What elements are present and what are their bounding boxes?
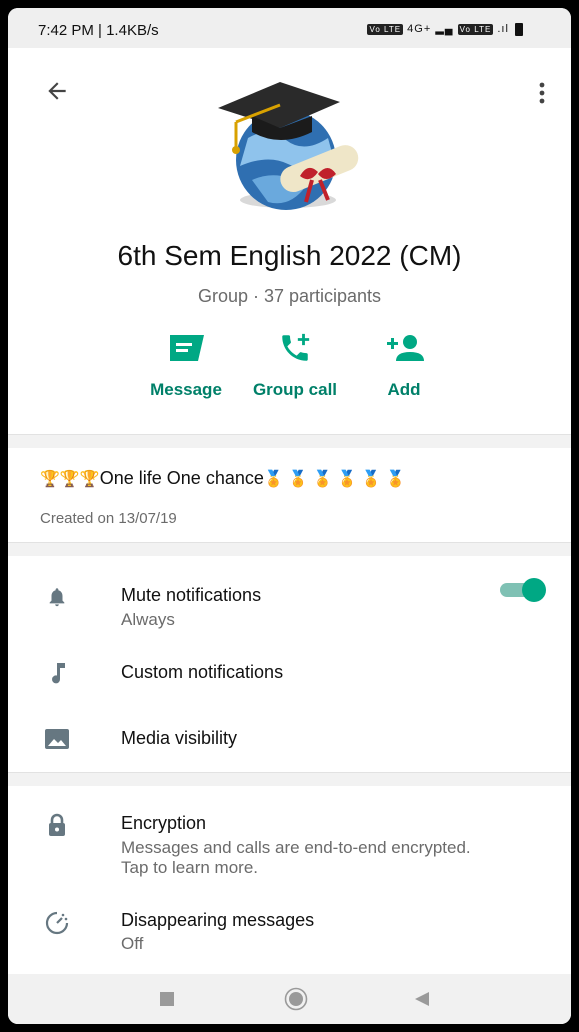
- mute-title: Mute notifications: [121, 585, 262, 605]
- notification-settings: Mute notifications Always Custom notific…: [8, 556, 571, 772]
- encryption-row[interactable]: Encryption Messages and calls are end-to…: [8, 786, 571, 882]
- phone-screen: 7:42 PM | 1.4KB/s Vo LTE 4G+ ▂▄ Vo LTE .…: [8, 8, 571, 1024]
- section-divider: [8, 434, 571, 449]
- home-button[interactable]: [282, 987, 310, 1011]
- add-label: Add: [387, 380, 421, 399]
- group-subtitle: Group · 37 participants: [197, 286, 382, 306]
- bell-icon: [49, 588, 65, 607]
- volte-icon-2: Vo LTE: [457, 23, 494, 35]
- group-header: 6th Sem English 2022 (CM) Group · 37 par…: [8, 48, 571, 434]
- square-icon: [160, 992, 174, 1006]
- recents-button[interactable]: [158, 988, 176, 1010]
- signal-icon: ▂▄: [435, 23, 454, 35]
- timer-icon: [45, 911, 69, 935]
- mute-notifications-row[interactable]: Mute notifications Always: [8, 556, 571, 640]
- music-note-icon: [52, 663, 65, 684]
- battery-icon: [515, 22, 523, 36]
- custom-title: Custom notifications: [121, 662, 284, 682]
- volte-icon: Vo LTE: [367, 23, 404, 35]
- trophy-icons: 🏆🏆🏆: [40, 471, 100, 488]
- section-divider: [8, 542, 571, 557]
- description-text: 🏆🏆🏆One life One chance🏅 🏅 🏅 🏅 🏅 🏅: [40, 468, 406, 489]
- description-label: One life One chance: [99, 468, 264, 488]
- system-nav-bar: [8, 974, 571, 1024]
- back-arrow-icon[interactable]: [44, 78, 70, 104]
- created-date: Created on 13/07/19: [40, 510, 177, 527]
- custom-notifications-row[interactable]: Custom notifications: [8, 640, 571, 706]
- media-visibility-row[interactable]: Media visibility: [8, 706, 571, 772]
- disappearing-title: Disappearing messages: [121, 910, 315, 930]
- signal-icon-2: .ıl: [497, 23, 509, 35]
- section-divider: [8, 772, 571, 787]
- group-call-button[interactable]: Group call: [240, 330, 350, 400]
- add-person-icon: [387, 335, 424, 361]
- add-participant-button[interactable]: Add: [349, 330, 459, 400]
- privacy-settings: Encryption Messages and calls are end-to…: [8, 786, 571, 974]
- encryption-subtitle: Messages and calls are end-to-end encryp…: [121, 838, 471, 877]
- more-options-icon[interactable]: [539, 82, 545, 104]
- network-type: 4G+: [407, 23, 432, 35]
- medal-icons: 🏅 🏅 🏅 🏅 🏅 🏅: [263, 471, 406, 488]
- group-name[interactable]: 6th Sem English 2022 (CM): [8, 240, 571, 272]
- disappearing-subtitle: Off: [121, 934, 144, 953]
- add-call-icon: [282, 333, 310, 361]
- home-circle-icon: [284, 987, 308, 1011]
- message-label: Message: [150, 380, 222, 399]
- mute-subtitle: Always: [121, 610, 175, 629]
- message-icon: [170, 335, 204, 361]
- encryption-title: Encryption: [121, 813, 207, 833]
- group-description[interactable]: 🏆🏆🏆One life One chance🏅 🏅 🏅 🏅 🏅 🏅 Create…: [8, 448, 571, 542]
- status-icons: Vo LTE 4G+ ▂▄ Vo LTE .ıl: [367, 22, 523, 36]
- disappearing-messages-row[interactable]: Disappearing messages Off: [8, 882, 571, 974]
- mute-toggle[interactable]: [500, 578, 546, 602]
- status-time: 7:42 PM | 1.4KB/s: [38, 22, 159, 39]
- back-nav-button[interactable]: [412, 988, 432, 1010]
- media-title: Media visibility: [121, 728, 238, 748]
- lock-icon: [49, 813, 65, 836]
- group-avatar[interactable]: [208, 68, 368, 228]
- image-icon: [45, 729, 69, 749]
- message-button[interactable]: Message: [131, 330, 241, 400]
- toggle-knob: [522, 578, 546, 602]
- group-call-label: Group call: [252, 380, 338, 399]
- back-triangle-icon: [415, 992, 429, 1006]
- status-bar: 7:42 PM | 1.4KB/s Vo LTE 4G+ ▂▄ Vo LTE .…: [8, 8, 571, 48]
